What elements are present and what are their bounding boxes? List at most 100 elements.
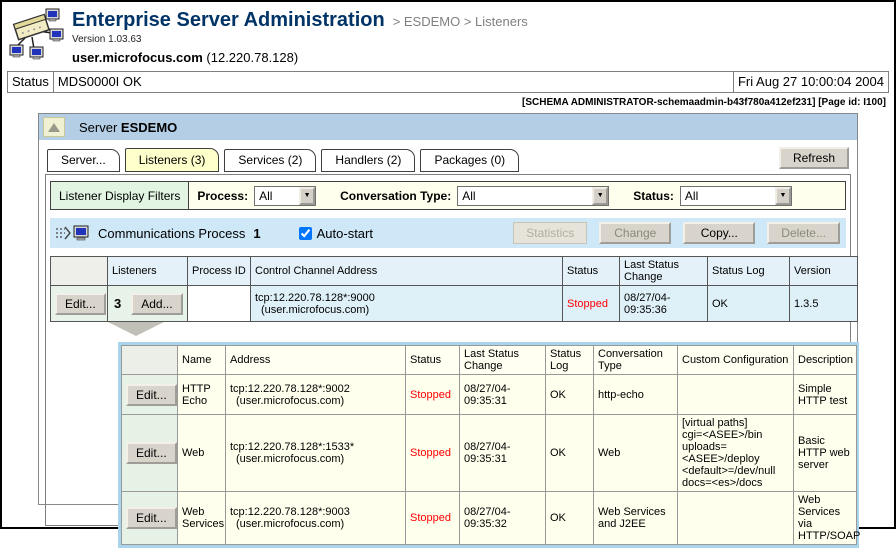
- tab-services[interactable]: Services (2): [224, 149, 316, 172]
- conversation-type-cell: Web: [594, 415, 678, 492]
- edit-listener-button[interactable]: Edit...: [126, 507, 177, 529]
- breadcrumb[interactable]: > ESDEMO > Listeners: [393, 14, 528, 29]
- chevron-down-icon[interactable]: ▼: [775, 187, 791, 205]
- table-row: Edit... HTTP Echo tcp:12.220.78.128*:900…: [122, 375, 857, 415]
- change-button[interactable]: Change: [599, 222, 671, 244]
- tab-content: Listener Display Filters Process: All ▼ …: [45, 174, 851, 526]
- detail-header-row: Name Address Status Last Status Change S…: [122, 346, 857, 375]
- add-listener-button[interactable]: Add...: [131, 293, 182, 315]
- chevron-down-icon[interactable]: ▼: [592, 187, 608, 205]
- communications-process-number: 1: [253, 226, 260, 241]
- custom-configuration-cell: [678, 375, 794, 415]
- pc-icon: [10, 45, 23, 57]
- chevron-down-icon[interactable]: ▼: [299, 187, 315, 205]
- process-filter-select[interactable]: All ▼: [254, 186, 316, 206]
- tab-listeners[interactable]: Listeners (3): [125, 148, 220, 172]
- auto-start-label: Auto-start: [317, 226, 373, 241]
- server-name: ESDEMO: [121, 120, 177, 135]
- listeners-summary-table: Listeners Process ID Control Channel Add…: [50, 256, 858, 322]
- pc-icon: [46, 9, 59, 21]
- name-cell: Web: [178, 415, 226, 492]
- column-header: Process ID: [188, 257, 251, 286]
- tab-handlers[interactable]: Handlers (2): [321, 149, 415, 172]
- status-filter-value: All: [681, 189, 775, 203]
- server-title: Server ESDEMO: [79, 120, 177, 135]
- last-status-change-cell: 08/27/04-09:35:31: [460, 375, 546, 415]
- conversation-type-filter-select[interactable]: All ▼: [457, 186, 609, 206]
- communications-process-label: Communications Process: [98, 226, 245, 241]
- page: { "header": { "title": "Enterprise Serve…: [0, 0, 896, 529]
- status-cell: Stopped: [406, 415, 460, 492]
- address-cell: tcp:12.220.78.128*:9003 (user.microfocus…: [226, 492, 406, 545]
- column-header: [51, 257, 108, 286]
- status-log-cell: OK: [708, 286, 790, 322]
- edit-listener-button[interactable]: Edit...: [126, 442, 177, 464]
- last-status-change-cell: 08/27/04-09:35:36: [620, 286, 708, 322]
- listener-count: 3: [112, 296, 121, 311]
- column-header: Address: [226, 346, 406, 375]
- column-header: Description: [794, 346, 857, 375]
- status-cell: Stopped: [563, 286, 620, 322]
- status-message: MDS0000I OK: [54, 72, 734, 92]
- column-header: Last Status Change: [620, 257, 708, 286]
- column-header: Status: [406, 346, 460, 375]
- listener-detail-panel: Name Address Status Last Status Change S…: [118, 342, 859, 548]
- host-ip: (12.220.78.128): [206, 50, 298, 65]
- collapse-button[interactable]: [43, 117, 65, 137]
- status-log-cell: OK: [546, 492, 594, 545]
- hostname: user.microfocus.com: [72, 50, 203, 65]
- network-logo-icon: [8, 7, 66, 63]
- version-cell: 1.3.5: [790, 286, 858, 322]
- status-log-cell: OK: [546, 415, 594, 492]
- column-header: Version: [790, 257, 858, 286]
- status-filter-label: Status:: [633, 189, 674, 203]
- conversation-type-filter-label: Conversation Type:: [340, 189, 451, 203]
- column-header: Last Status Change: [460, 346, 546, 375]
- conversation-type-filter-value: All: [458, 189, 592, 203]
- control-channel-address-cell: tcp:12.220.78.128*:9000 (user.microfocus…: [251, 286, 563, 322]
- last-status-change-cell: 08/27/04-09:35:31: [460, 415, 546, 492]
- server-panel-header: Server ESDEMO: [39, 114, 857, 140]
- delete-button[interactable]: Delete...: [767, 222, 840, 244]
- auto-start-checkbox[interactable]: [299, 227, 312, 240]
- column-header: Conversation Type: [594, 346, 678, 375]
- address-cell: tcp:12.220.78.128*:1533* (user.microfocu…: [226, 415, 406, 492]
- edit-listeners-button[interactable]: Edit...: [55, 293, 106, 315]
- conversation-type-cell: Web Services and J2EE: [594, 492, 678, 545]
- status-timestamp: Fri Aug 27 10:00:04 2004: [734, 72, 888, 92]
- column-header: Custom Configuration: [678, 346, 794, 375]
- pc-icon: [30, 47, 43, 59]
- filters-body: Process: All ▼ Conversation Type: All ▼ …: [189, 182, 845, 209]
- status-filter-select[interactable]: All ▼: [680, 186, 792, 206]
- triangle-up-icon: [48, 123, 60, 132]
- tab-server[interactable]: Server...: [47, 149, 120, 172]
- filters-title: Listener Display Filters: [51, 182, 189, 209]
- name-cell: HTTP Echo: [178, 375, 226, 415]
- page-header: Enterprise Server Administration > ESDEM…: [2, 2, 894, 67]
- copy-button[interactable]: Copy...: [683, 222, 755, 244]
- status-cell: Stopped: [406, 375, 460, 415]
- process-id-cell: [188, 286, 251, 322]
- column-header: Name: [178, 346, 226, 375]
- statistics-button: Statistics: [513, 222, 587, 244]
- column-header: [122, 346, 178, 375]
- custom-configuration-cell: [678, 492, 794, 545]
- custom-configuration-cell: [virtual paths] cgi=<ASEE>/bin uploads=<…: [678, 415, 794, 492]
- tab-bar: Server... Listeners (3) Services (2) Han…: [39, 140, 857, 172]
- name-cell: Web Services: [178, 492, 226, 545]
- column-header: Listeners: [108, 257, 188, 286]
- server-panel: Server ESDEMO Server... Listeners (3) Se…: [38, 113, 858, 505]
- column-header: Status Log: [708, 257, 790, 286]
- address-cell: tcp:12.220.78.128*:9002 (user.microfocus…: [226, 375, 406, 415]
- last-status-change-cell: 08/27/04-09:35:32: [460, 492, 546, 545]
- listener-detail-table: Name Address Status Last Status Change S…: [121, 345, 857, 545]
- page-title: Enterprise Server Administration: [72, 9, 385, 32]
- tab-packages[interactable]: Packages (0): [420, 149, 519, 172]
- status-log-cell: OK: [546, 375, 594, 415]
- table-row: Edit... Web tcp:12.220.78.128*:1533* (us…: [122, 415, 857, 492]
- communications-process-icon: [56, 225, 90, 241]
- refresh-button[interactable]: Refresh: [779, 147, 849, 169]
- status-label: Status: [8, 72, 54, 92]
- edit-listener-button[interactable]: Edit...: [126, 384, 177, 406]
- process-filter-value: All: [255, 189, 299, 203]
